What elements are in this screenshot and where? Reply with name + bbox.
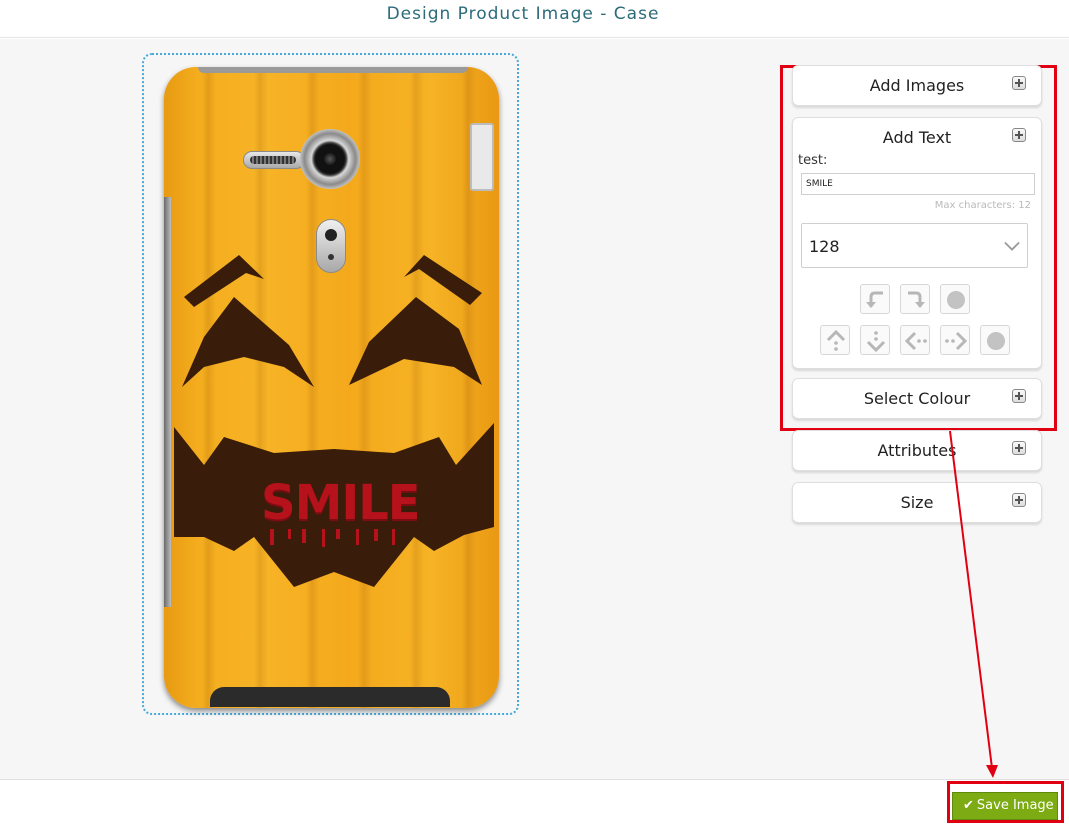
left-eye — [182, 297, 314, 387]
expand-icon[interactable] — [1012, 441, 1026, 455]
case-side-trim — [164, 197, 171, 607]
page-title: Design Product Image - Case — [386, 4, 660, 24]
case-text-layer[interactable]: SMILE — [261, 475, 421, 531]
max-characters-note: Max characters: 12 — [934, 200, 1031, 211]
move-down-icon — [866, 331, 886, 352]
page-header: Design Product Image - Case — [0, 0, 1069, 38]
reset-rotation-button[interactable] — [940, 284, 970, 314]
move-down-button[interactable] — [860, 325, 890, 355]
accordion-add-images[interactable]: Add Images — [792, 65, 1042, 106]
case-top-edge — [198, 67, 468, 73]
text-field-label: test: — [798, 153, 828, 168]
sensor-dot — [328, 254, 334, 260]
phone-case-preview[interactable]: SMILE — [164, 67, 499, 708]
font-size-select[interactable]: 128 — [801, 223, 1028, 268]
text-input[interactable] — [801, 173, 1035, 195]
expand-icon[interactable] — [1012, 389, 1026, 403]
accordion-select-colour[interactable]: Select Colour — [792, 378, 1042, 419]
flash-cutout — [316, 219, 346, 273]
move-left-icon — [905, 331, 927, 351]
expand-icon[interactable] — [1012, 493, 1026, 507]
right-eye — [349, 297, 482, 385]
expand-icon[interactable] — [1012, 76, 1026, 90]
move-right-button[interactable] — [940, 325, 970, 355]
add-text-label: Add Text — [882, 128, 952, 147]
camera-lens — [324, 153, 336, 165]
add-images-label: Add Images — [869, 76, 965, 95]
flash-lens — [325, 229, 337, 241]
size-label: Size — [900, 493, 934, 512]
center-button[interactable] — [980, 325, 1010, 355]
page-footer — [0, 781, 1069, 827]
save-image-label: Save Image — [976, 798, 1054, 813]
speaker-grille — [250, 156, 296, 164]
chevron-down-icon — [1004, 241, 1020, 251]
accordion-attributes[interactable]: Attributes — [792, 430, 1042, 471]
left-brow — [184, 255, 264, 307]
accordion-size[interactable]: Size — [792, 482, 1042, 523]
rotate-right-button[interactable] — [900, 284, 930, 314]
move-up-button[interactable] — [820, 325, 850, 355]
checkmark-icon: ✔ — [963, 798, 974, 813]
select-colour-label: Select Colour — [863, 389, 971, 408]
attributes-label: Attributes — [877, 441, 957, 460]
rotate-left-icon — [866, 291, 883, 308]
font-size-value: 128 — [809, 237, 840, 256]
expand-icon[interactable] — [1012, 128, 1026, 142]
rotate-left-button[interactable] — [860, 284, 890, 314]
reset-rotation-icon — [947, 291, 965, 309]
text-drips — [270, 529, 395, 547]
save-image-button[interactable]: ✔ Save Image — [952, 792, 1058, 820]
rotate-right-icon — [908, 291, 925, 308]
move-left-button[interactable] — [900, 325, 930, 355]
side-button-cutout — [470, 123, 494, 191]
move-right-icon — [945, 331, 967, 351]
center-icon — [987, 332, 1005, 350]
speaker-cutout — [243, 151, 305, 169]
case-bottom-edge — [210, 687, 450, 707]
move-up-icon — [826, 330, 846, 351]
